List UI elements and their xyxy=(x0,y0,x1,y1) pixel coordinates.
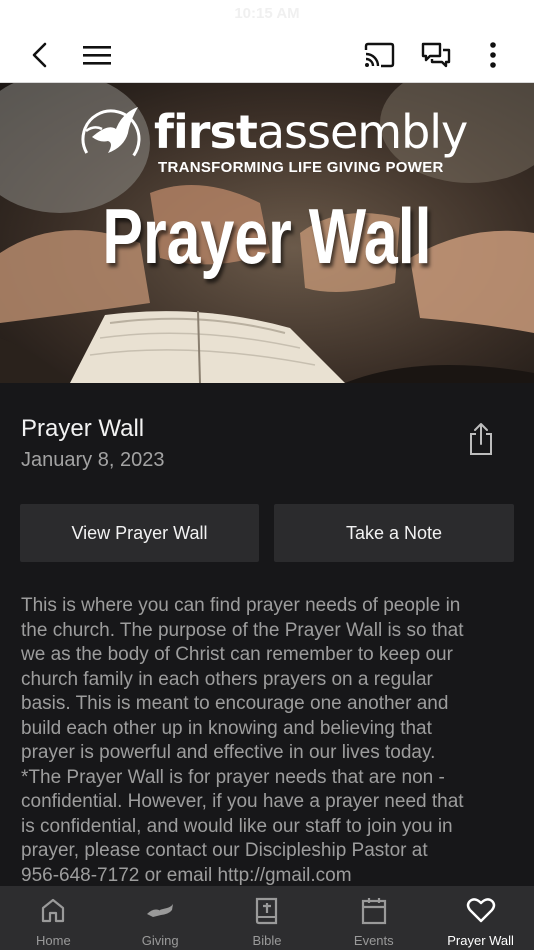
cast-icon xyxy=(364,42,395,68)
calendar-icon xyxy=(361,898,386,925)
description-line: the church. The purpose of the Prayer Wa… xyxy=(21,619,464,641)
status-bar: 10:15 AM xyxy=(0,0,534,28)
description-line: is confidential, and would like our staf… xyxy=(21,815,453,837)
tab-prayer-wall[interactable]: Prayer Wall xyxy=(427,886,534,950)
tab-giving[interactable]: Giving xyxy=(107,886,214,950)
status-time: 10:15 AM xyxy=(234,5,300,22)
tab-label: Prayer Wall xyxy=(447,933,514,948)
tab-label: Bible xyxy=(252,933,282,948)
cast-button[interactable] xyxy=(357,28,401,82)
item-title: Prayer Wall xyxy=(21,415,145,442)
back-arrow-icon xyxy=(32,42,47,68)
menu-button[interactable] xyxy=(75,28,119,82)
hero-banner: firstassembly TRANSFORMING LIFE GIVING P… xyxy=(0,83,534,383)
back-button[interactable] xyxy=(18,28,62,82)
chat-bubbles-icon xyxy=(421,42,451,68)
tab-home[interactable]: Home xyxy=(0,886,107,950)
tab-bible[interactable]: Bible xyxy=(214,886,321,950)
description-line: *The Prayer Wall is for prayer needs tha… xyxy=(21,766,445,788)
tab-label: Home xyxy=(36,933,71,948)
hamburger-menu-icon xyxy=(83,46,111,65)
top-toolbar xyxy=(0,28,534,83)
brand-tagline: TRANSFORMING LIFE GIVING POWER xyxy=(158,159,444,176)
brand-wordmark: firstassembly xyxy=(154,105,468,159)
share-icon xyxy=(470,423,492,455)
description-line: build each other up in knowing and belie… xyxy=(21,717,432,739)
description-line: church family in each others prayers on … xyxy=(21,668,433,690)
description-line: prayer, please contact our Discipleship … xyxy=(21,840,428,861)
take-a-note-button[interactable]: Take a Note xyxy=(274,504,514,562)
share-button[interactable] xyxy=(462,419,500,459)
item-header: Prayer Wall January 8, 2023 xyxy=(0,383,534,503)
tab-label: Events xyxy=(353,933,394,948)
heart-icon xyxy=(466,898,495,923)
giving-hand-icon xyxy=(147,904,174,917)
description-line: 956-648-7172 or email http://gmail.com xyxy=(21,864,352,886)
home-icon xyxy=(42,898,65,923)
more-vertical-icon xyxy=(490,42,496,68)
description-text: This is where you can find prayer needs … xyxy=(21,594,521,888)
bible-icon xyxy=(255,897,278,925)
description-line: prayer is powerful and effective in our … xyxy=(21,742,436,763)
description-line: confidential. However, if you have a pra… xyxy=(21,791,464,812)
tab-events[interactable]: Events xyxy=(320,886,427,950)
description-line: we as the body of Christ can remember to… xyxy=(21,644,453,665)
church-logo: firstassembly TRANSFORMING LIFE GIVING P… xyxy=(78,99,478,179)
item-date: January 8, 2023 xyxy=(21,449,165,471)
dove-icon xyxy=(81,107,141,169)
chat-button[interactable] xyxy=(414,28,458,82)
description-line: This is where you can find prayer needs … xyxy=(21,595,461,616)
more-options-button[interactable] xyxy=(471,28,515,82)
view-prayer-wall-button[interactable]: View Prayer Wall xyxy=(20,504,259,562)
hero-title: Prayer Wall xyxy=(102,192,432,280)
tab-label: Giving xyxy=(141,933,179,948)
bottom-tab-bar: Home Giving Bible Events Prayer Wall xyxy=(0,886,534,950)
description-line: basis. This is meant to encourage one an… xyxy=(21,693,449,714)
